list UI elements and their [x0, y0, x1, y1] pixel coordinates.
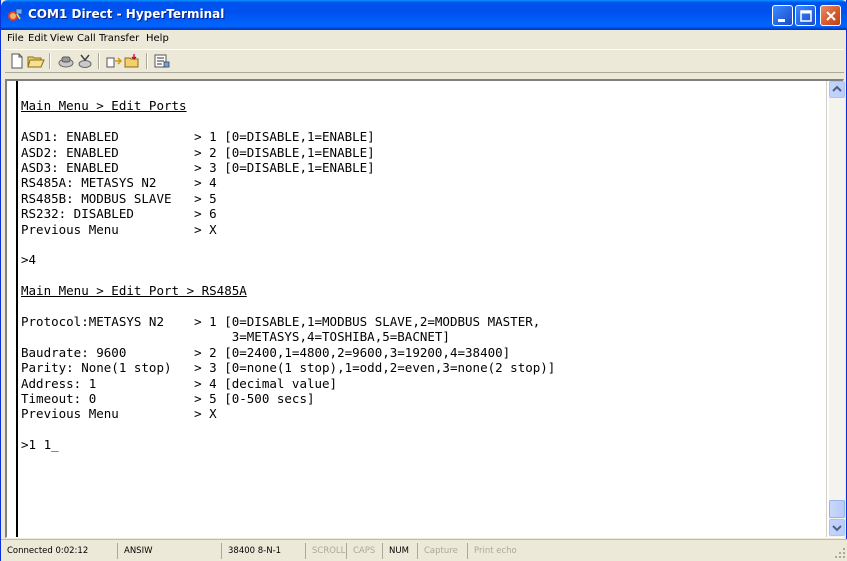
terminal-line: Timeout: 0 > 5 [0-500 secs]	[21, 391, 315, 406]
receive-icon[interactable]	[124, 53, 142, 69]
window-title: COM1 Direct - HyperTerminal	[28, 7, 225, 21]
minimize-icon	[778, 19, 785, 22]
terminal-line: >1 1_	[21, 437, 59, 453]
toolbar-separator	[146, 53, 148, 69]
menu-heading-line: Main Menu > Edit Ports	[21, 98, 187, 114]
menu-view[interactable]: View	[50, 33, 74, 44]
close-icon	[826, 11, 836, 21]
terminal-line: Protocol:METASYS N2 > 1 [0=DISABLE,1=MOD…	[21, 314, 541, 329]
terminal-line: RS232: DISABLED > 6	[21, 206, 217, 222]
vertical-scrollbar[interactable]	[829, 81, 845, 537]
terminal-line: >4	[21, 252, 37, 268]
toolbar-separator	[98, 53, 100, 69]
status-emulation: ANSIW	[117, 543, 221, 559]
terminal-line: Parity: None(1 stop) > 3 [0=none(1 stop)…	[21, 360, 556, 376]
status-print-echo: Print echo	[467, 543, 837, 559]
chevron-up-icon	[832, 85, 842, 92]
menu-edit[interactable]: Edit	[28, 33, 47, 44]
connect-icon[interactable]	[57, 53, 75, 69]
status-num: NUM	[382, 543, 417, 559]
scroll-down-button[interactable]	[829, 519, 845, 536]
terminal-line: 3=METASYS,4=TOSHIBA,5=BACNET]	[21, 329, 450, 345]
minimize-button[interactable]	[772, 5, 793, 26]
send-icon[interactable]	[105, 53, 123, 69]
terminal-frame: Main Menu > Edit Ports ASD1: ENABLED > 1 …	[5, 79, 845, 538]
terminal-line: Previous Menu > X	[21, 406, 217, 422]
scroll-up-button[interactable]	[829, 81, 845, 98]
menu-heading-line: Main Menu > Edit Port > RS485A	[21, 283, 247, 299]
hyperterminal-window: COM1 Direct - HyperTerminal File Edit Vi…	[0, 0, 847, 561]
disconnect-icon[interactable]	[76, 53, 94, 69]
terminal-left-border	[16, 81, 18, 537]
resize-grip-icon[interactable]	[834, 547, 846, 559]
terminal-line: ASD3: ENABLED > 3 [0=DISABLE,1=ENABLE]	[21, 160, 375, 175]
properties-icon[interactable]	[153, 53, 171, 69]
terminal-line: ASD1: ENABLED > 1 [0=DISABLE,1=ENABLE]	[21, 129, 375, 145]
terminal-line: Address: 1 > 4 [decimal value]	[21, 375, 338, 391]
terminal-line: ASD2: ENABLED > 2 [0=DISABLE,1=ENABLE]	[21, 144, 375, 160]
new-icon[interactable]	[8, 53, 26, 69]
maximize-button[interactable]	[795, 5, 816, 26]
status-scroll: SCROLL	[305, 543, 346, 559]
hyperterminal-app-icon[interactable]	[7, 7, 23, 23]
open-icon[interactable]	[27, 53, 45, 69]
menu-file[interactable]: File	[7, 33, 24, 44]
terminal-line: RS485B: MODBUS SLAVE > 5	[21, 190, 217, 206]
close-button[interactable]	[820, 5, 841, 26]
menu-help[interactable]: Help	[146, 33, 169, 44]
title-bar[interactable]: COM1 Direct - HyperTerminal	[1, 0, 847, 30]
scroll-thumb[interactable]	[829, 500, 845, 518]
menu-call[interactable]: Call	[77, 33, 96, 44]
toolbar-separator	[49, 53, 51, 69]
status-port-settings: 38400 8-N-1	[221, 543, 305, 559]
menu-bar: File Edit View Call Transfer Help	[5, 30, 844, 49]
status-bar: Connected 0:02:12 ANSIW 38400 8-N-1 SCRO…	[1, 539, 847, 561]
toolbar	[5, 49, 844, 73]
status-caps: CAPS	[346, 543, 382, 559]
chevron-down-icon	[832, 525, 842, 532]
terminal-line: Previous Menu > X	[21, 221, 217, 237]
terminal-line: RS485A: METASYS N2 > 4	[21, 175, 217, 191]
maximize-icon	[800, 10, 812, 22]
terminal-screen[interactable]: Main Menu > Edit Ports ASD1: ENABLED > 1 …	[7, 81, 827, 537]
status-capture: Capture	[417, 543, 467, 559]
terminal-line: Baudrate: 9600 > 2 [0=2400,1=4800,2=9600…	[21, 344, 511, 360]
status-connected: Connected 0:02:12	[7, 546, 89, 556]
menu-transfer[interactable]: Transfer	[99, 33, 139, 44]
